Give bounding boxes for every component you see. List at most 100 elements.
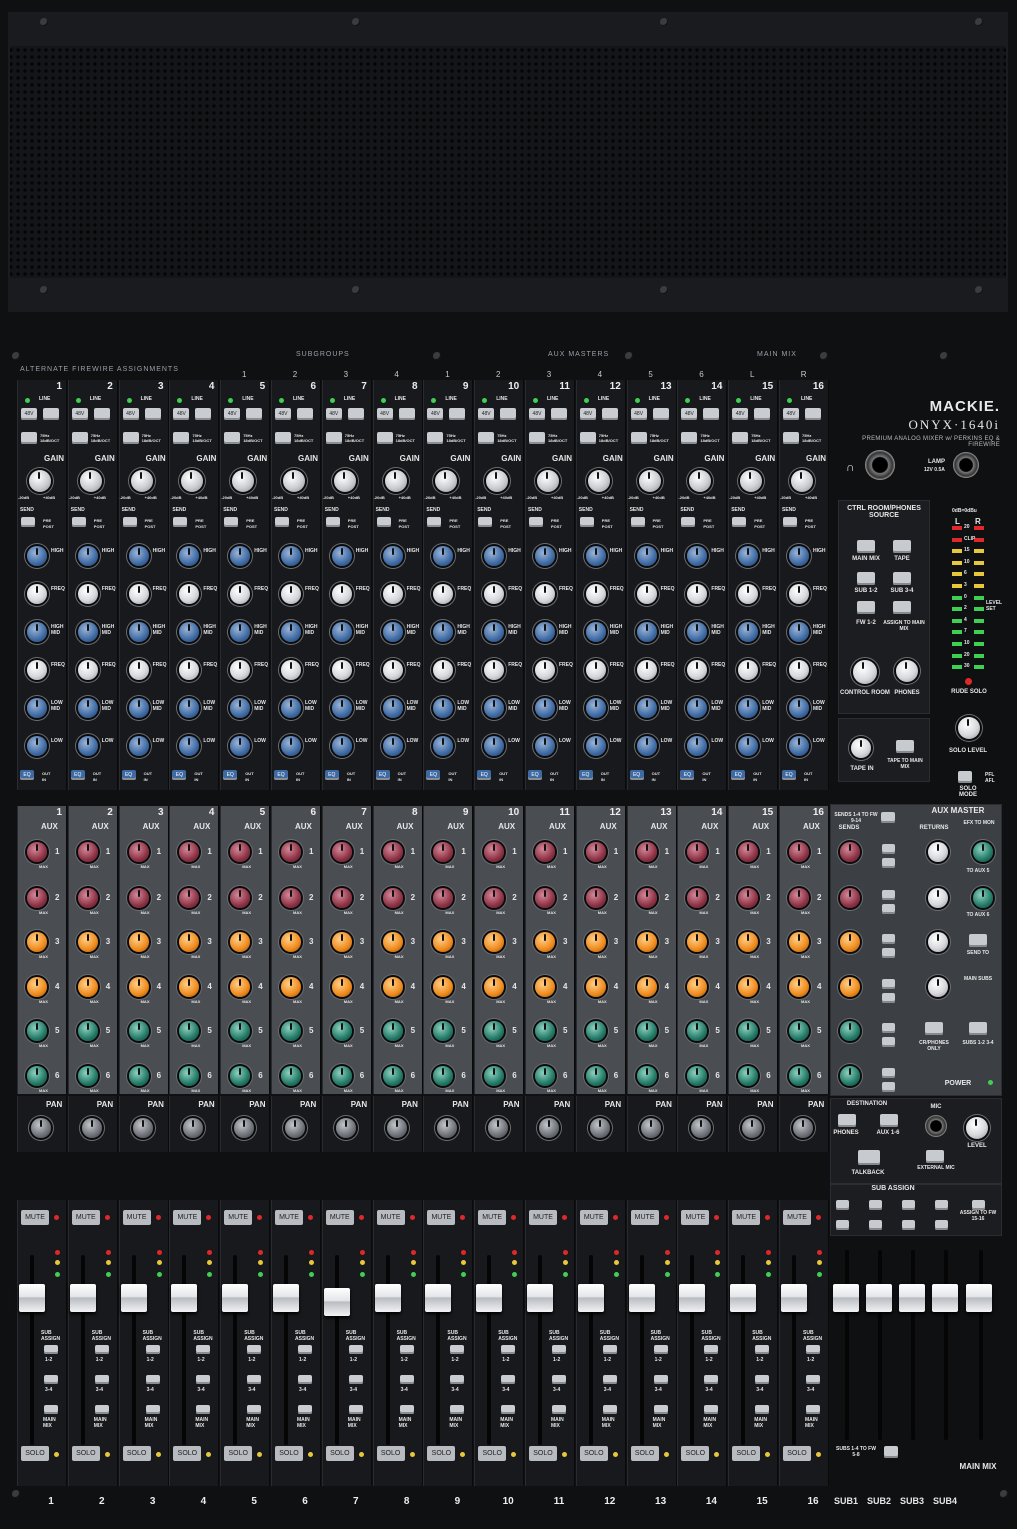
aux-send-knob[interactable] — [77, 932, 98, 952]
high-freq-knob[interactable] — [535, 584, 555, 604]
low-mid-knob[interactable] — [636, 698, 657, 718]
low-freq-knob[interactable] — [382, 660, 403, 680]
aux-send-knob[interactable] — [281, 932, 301, 952]
channel-fader[interactable] — [171, 1284, 198, 1313]
aux-send-knob[interactable] — [585, 888, 606, 908]
low-eq-knob[interactable] — [27, 736, 47, 756]
sub34-button[interactable] — [806, 1375, 820, 1384]
low-freq-knob[interactable] — [128, 660, 149, 680]
main-mix-assign-button[interactable] — [806, 1405, 820, 1414]
phantom-button[interactable]: 48V — [427, 408, 444, 420]
hpf-button[interactable] — [376, 432, 393, 444]
aux-send-knob[interactable] — [535, 977, 555, 997]
sub34-button[interactable] — [348, 1375, 363, 1384]
mute-button[interactable]: MUTE — [21, 1210, 49, 1225]
solo-button[interactable]: SOLO — [427, 1446, 456, 1461]
aux-send-knob[interactable] — [382, 977, 403, 997]
aux-send-knob[interactable] — [789, 842, 809, 862]
main-mix-source-button[interactable] — [857, 540, 875, 553]
assign-main-button[interactable] — [893, 601, 911, 614]
sub34-button[interactable] — [196, 1375, 211, 1384]
high-freq-knob[interactable] — [281, 584, 301, 604]
phase-button[interactable] — [703, 408, 720, 420]
low-mid-knob[interactable] — [77, 698, 98, 718]
assign-fw-button[interactable] — [972, 1200, 985, 1210]
main-mix-assign-button[interactable] — [755, 1405, 770, 1414]
sub-fader[interactable] — [866, 1284, 892, 1313]
aux-master-send-knob[interactable] — [840, 842, 860, 862]
phones-destination-button[interactable] — [838, 1114, 856, 1127]
high-mid-knob[interactable] — [636, 622, 657, 642]
aux-solo-button[interactable] — [882, 1037, 895, 1047]
low-mid-knob[interactable] — [331, 698, 352, 718]
aux-pre-post-button[interactable] — [882, 890, 895, 900]
sub34-button[interactable] — [501, 1375, 516, 1384]
send-pre-post-button[interactable] — [71, 517, 86, 527]
sub34-button[interactable] — [247, 1375, 262, 1384]
sends-to-fw-button[interactable] — [881, 812, 895, 823]
aux-send-knob[interactable] — [128, 977, 149, 997]
high-freq-knob[interactable] — [128, 584, 149, 604]
phantom-button[interactable]: 48V — [376, 408, 393, 420]
phantom-button[interactable]: 48V — [529, 408, 545, 420]
aux-send-knob[interactable] — [636, 932, 657, 952]
low-mid-knob[interactable] — [128, 698, 149, 718]
send-pre-post-button[interactable] — [21, 517, 35, 527]
phones-knob[interactable] — [896, 660, 918, 682]
hpf-button[interactable] — [275, 432, 291, 444]
low-mid-knob[interactable] — [382, 698, 403, 718]
send-pre-post-button[interactable] — [579, 517, 594, 527]
sub12-button[interactable] — [145, 1345, 160, 1354]
sub-fader[interactable] — [899, 1284, 925, 1313]
lamp-socket[interactable] — [953, 452, 979, 478]
sub12-button[interactable] — [247, 1345, 262, 1354]
crphones-only-button[interactable] — [925, 1022, 943, 1035]
aux-send-knob[interactable] — [636, 888, 657, 908]
channel-fader[interactable] — [323, 1288, 350, 1316]
sub34-button[interactable] — [450, 1375, 465, 1384]
solo-button[interactable]: SOLO — [21, 1446, 49, 1461]
control-room-knob[interactable] — [853, 660, 877, 684]
send-pre-post-button[interactable] — [681, 517, 696, 527]
aux-send-knob[interactable] — [128, 888, 149, 908]
sub12-source-button[interactable] — [857, 572, 875, 585]
aux-send-knob[interactable] — [585, 1021, 606, 1041]
main-mix-assign-button[interactable] — [399, 1405, 414, 1414]
aux-send-knob[interactable] — [128, 842, 149, 862]
high-mid-knob[interactable] — [585, 622, 606, 642]
low-freq-knob[interactable] — [585, 660, 606, 680]
low-freq-knob[interactable] — [789, 660, 809, 680]
eq-button[interactable]: EQ — [223, 770, 238, 780]
low-mid-knob[interactable] — [585, 698, 606, 718]
high-mid-knob[interactable] — [789, 622, 809, 642]
solo-button[interactable]: SOLO — [376, 1446, 405, 1461]
aux-send-knob[interactable] — [636, 1066, 657, 1086]
phase-button[interactable] — [144, 408, 161, 420]
hpf-button[interactable] — [630, 432, 647, 444]
eq-button[interactable]: EQ — [629, 770, 644, 780]
aux-return-knob[interactable] — [928, 842, 948, 862]
main-mix-assign-button[interactable] — [247, 1405, 262, 1414]
high-eq-knob[interactable] — [331, 546, 352, 566]
aux-pre-post-button[interactable] — [882, 934, 895, 944]
main-mix-assign-button[interactable] — [552, 1405, 566, 1414]
aux-master-send-knob[interactable] — [840, 1066, 860, 1086]
aux-send-knob[interactable] — [331, 888, 352, 908]
low-eq-knob[interactable] — [585, 736, 606, 756]
aux-send-knob[interactable] — [331, 977, 352, 997]
subs-assign-button[interactable] — [969, 1022, 987, 1035]
mute-button[interactable]: MUTE — [325, 1210, 354, 1225]
send-pre-post-button[interactable] — [529, 517, 543, 527]
channel-fader[interactable] — [374, 1284, 401, 1313]
sub12-button[interactable] — [602, 1345, 617, 1354]
eq-button[interactable]: EQ — [274, 770, 288, 780]
aux-send-knob[interactable] — [636, 1021, 657, 1041]
send-pre-post-button[interactable] — [732, 517, 747, 527]
mute-button[interactable]: MUTE — [630, 1210, 659, 1225]
solo-level-knob[interactable] — [958, 717, 980, 739]
hpf-button[interactable] — [122, 432, 139, 444]
low-eq-knob[interactable] — [789, 736, 809, 756]
solo-button[interactable]: SOLO — [529, 1446, 557, 1461]
aux-send-knob[interactable] — [789, 977, 809, 997]
sub12-button[interactable] — [704, 1345, 719, 1354]
